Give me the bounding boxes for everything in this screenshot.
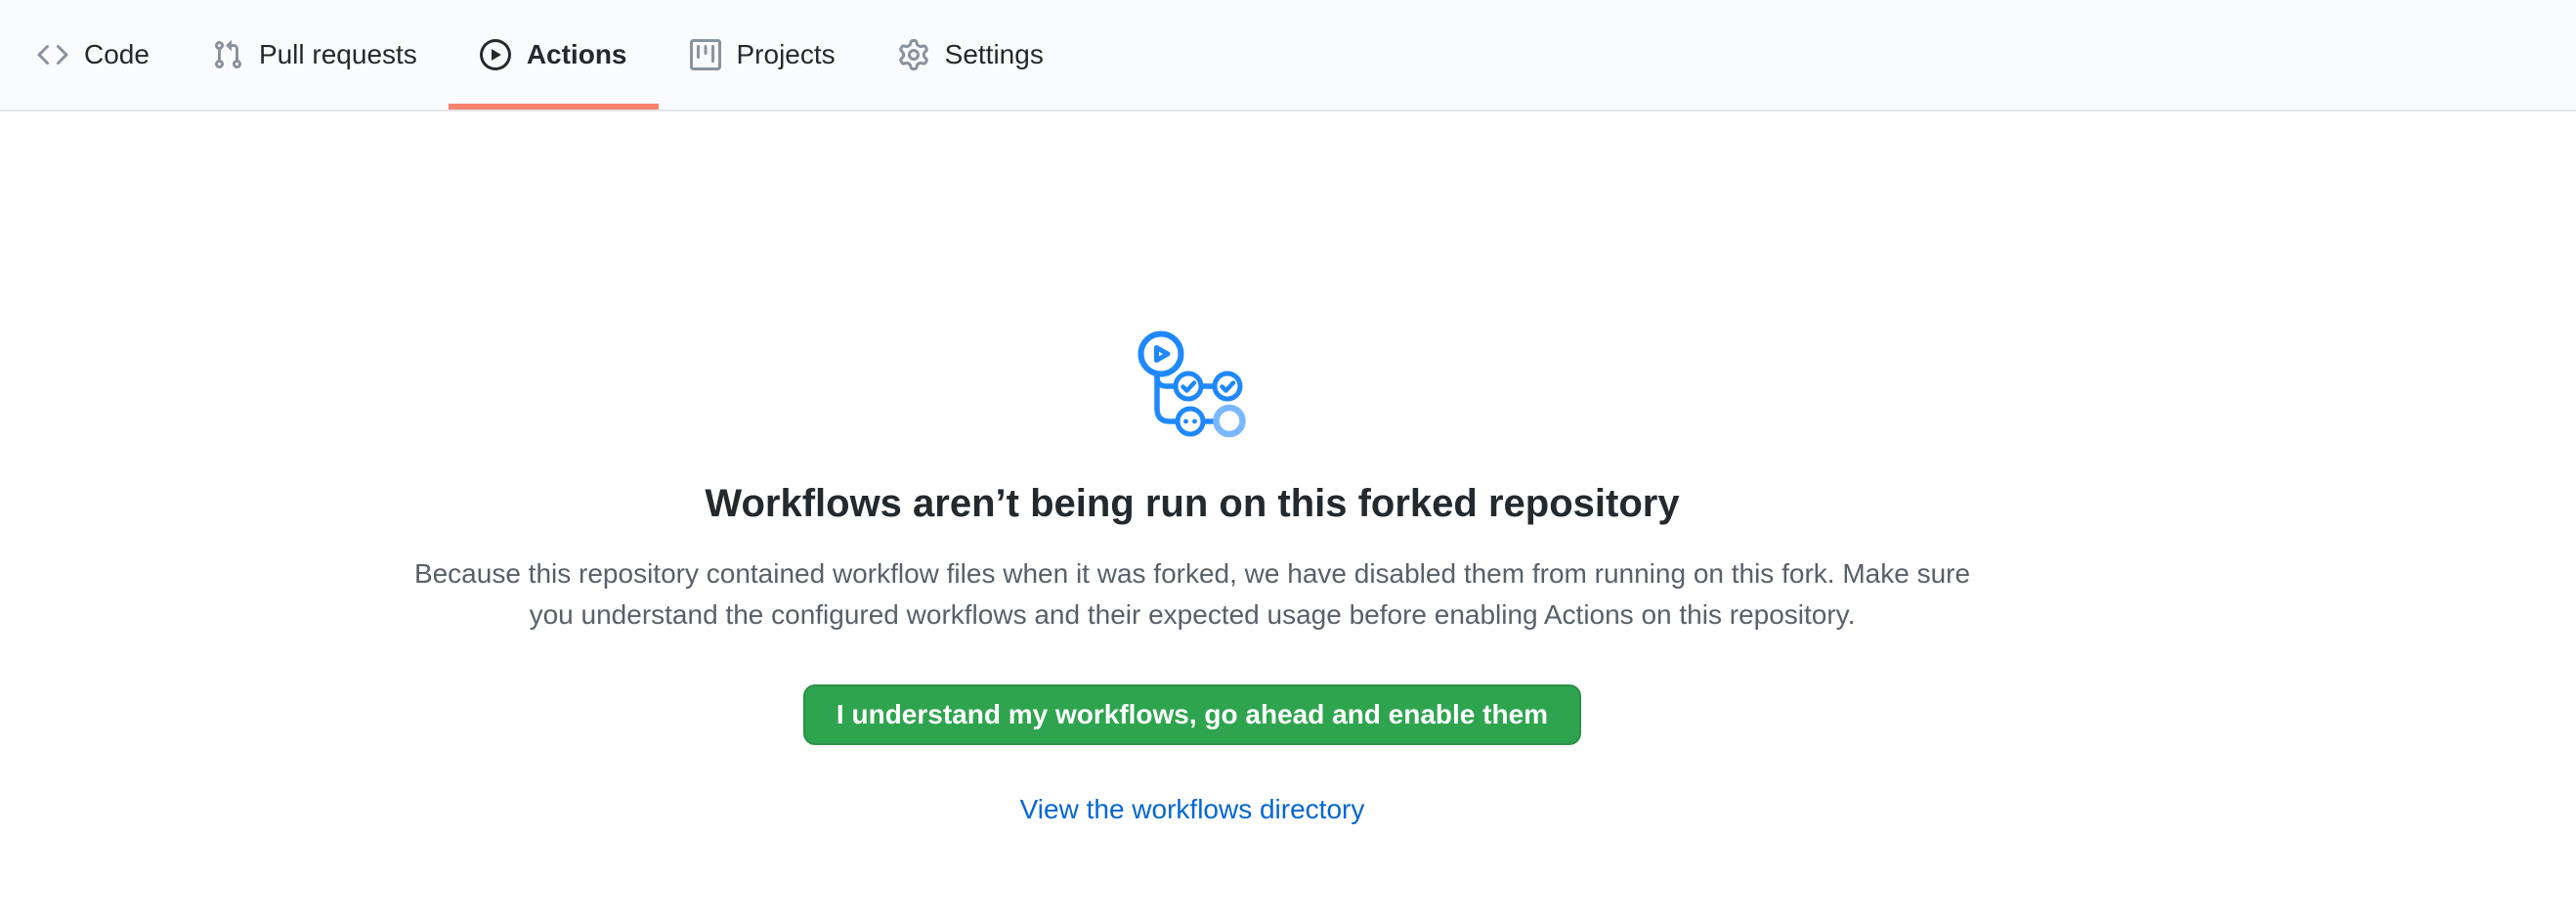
- blankslate-description: Because this repository contained workfl…: [396, 553, 1989, 636]
- tab-label: Settings: [945, 39, 1044, 70]
- enable-workflows-button[interactable]: I understand my workflows, go ahead and …: [803, 684, 1581, 745]
- actions-blankslate: Workflows aren’t being run on this forke…: [0, 111, 2384, 825]
- view-workflows-directory-link[interactable]: View the workflows directory: [1020, 794, 1365, 824]
- code-icon: [37, 39, 68, 70]
- workflows-link-row: View the workflows directory: [0, 794, 2384, 825]
- tab-label: Pull requests: [259, 39, 417, 70]
- blankslate-title: Workflows aren’t being run on this forke…: [0, 479, 2384, 528]
- tab-label: Code: [84, 39, 150, 70]
- play-icon: [480, 39, 511, 70]
- tab-label: Projects: [737, 39, 836, 70]
- tab-actions[interactable]: Actions: [449, 0, 659, 110]
- git-pull-request-icon: [212, 39, 243, 70]
- project-icon: [690, 39, 721, 70]
- tab-pull-requests[interactable]: Pull requests: [181, 0, 449, 110]
- tab-settings[interactable]: Settings: [867, 0, 1075, 110]
- tab-code[interactable]: Code: [6, 0, 181, 110]
- tab-projects[interactable]: Projects: [659, 0, 867, 110]
- repo-tab-nav: Code Pull requests Actions Projects Sett…: [0, 0, 2576, 111]
- gear-icon: [898, 39, 929, 70]
- tab-label: Actions: [527, 39, 627, 70]
- actions-workflow-illustration-icon: [1137, 329, 1248, 440]
